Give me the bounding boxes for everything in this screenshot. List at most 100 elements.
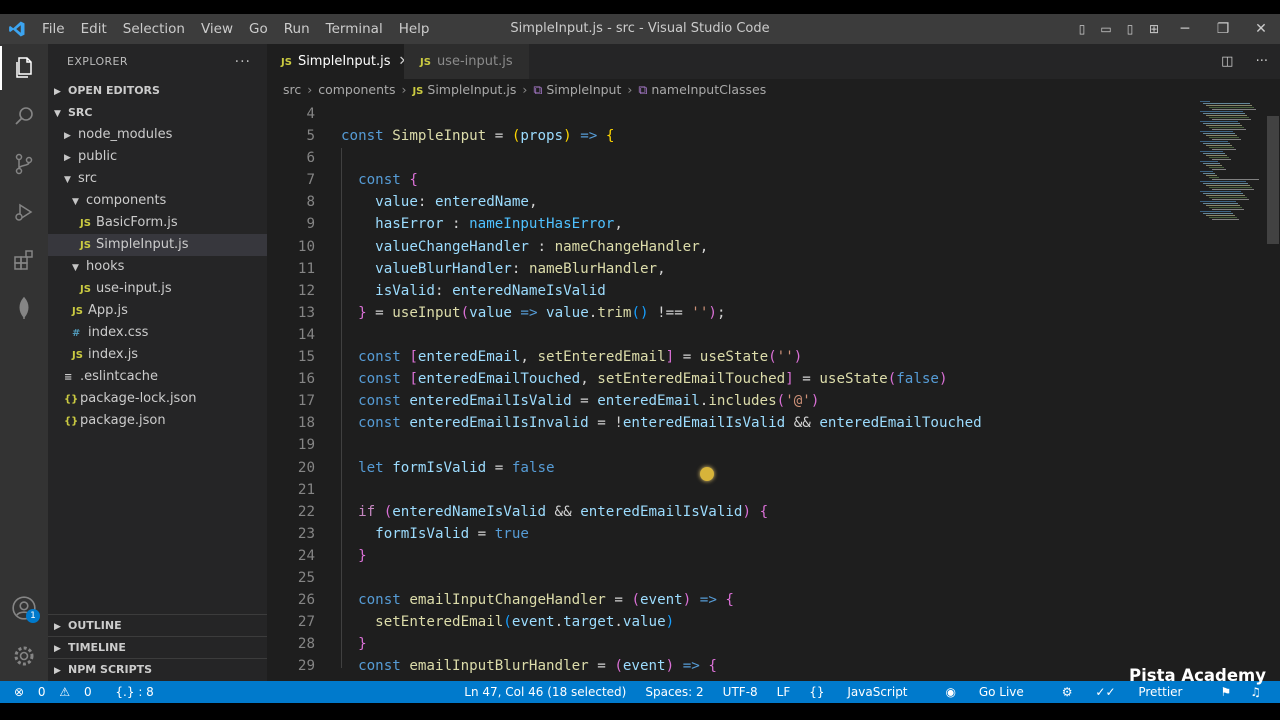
- code-line[interactable]: 19: [267, 434, 982, 456]
- src-root-section[interactable]: ▼ SRC: [48, 102, 267, 124]
- code-line[interactable]: 27 setEnteredEmail(event.target.value): [267, 611, 982, 633]
- code-line[interactable]: 17 const enteredEmailIsValid = enteredEm…: [267, 390, 982, 412]
- close-window-icon[interactable]: ✕: [1242, 21, 1280, 37]
- breadcrumb-file[interactable]: SimpleInput.js: [427, 82, 516, 97]
- tree-item-node-modules[interactable]: ▶ node_modules: [48, 124, 267, 146]
- search-icon[interactable]: [0, 94, 48, 138]
- npm-scripts-section[interactable]: ▶ NPM SCRIPTS: [48, 658, 267, 681]
- end-of-line[interactable]: LF: [777, 681, 791, 703]
- settings-gear-icon[interactable]: [0, 634, 48, 678]
- menu-go[interactable]: Go: [241, 14, 276, 44]
- tree-item-components[interactable]: ▼ components: [48, 190, 267, 212]
- explorer-icon[interactable]: [0, 46, 48, 90]
- cursor-position[interactable]: Ln 47, Col 46 (18 selected): [464, 681, 626, 703]
- chevron-right-icon: ›: [401, 82, 407, 97]
- outline-section[interactable]: ▶ OUTLINE: [48, 614, 267, 637]
- more-actions-icon[interactable]: ···: [235, 44, 251, 80]
- code-line[interactable]: 26 const emailInputChangeHandler = (even…: [267, 589, 982, 611]
- scrollbar-thumb[interactable]: [1267, 116, 1279, 244]
- tree-item-basicform-js[interactable]: JS BasicForm.js: [48, 212, 267, 234]
- toggle-secondary-sidebar-icon[interactable]: ▯: [1118, 22, 1142, 36]
- code-line[interactable]: 24 }: [267, 545, 982, 567]
- tree-item-index-js[interactable]: JS index.js: [48, 344, 267, 366]
- tab-use-input[interactable]: JS use-input.js: [404, 44, 529, 79]
- language-mode[interactable]: {} JavaScript: [809, 681, 926, 703]
- code-text: setEnteredEmail(event.target.value): [341, 611, 674, 633]
- line-number: 29: [297, 658, 315, 675]
- code-line[interactable]: 25: [267, 567, 982, 589]
- toggle-panel-icon[interactable]: ▭: [1094, 22, 1118, 36]
- indentation[interactable]: Spaces: 2: [645, 681, 703, 703]
- minimap-line: [1209, 117, 1249, 118]
- source-control-icon[interactable]: [0, 142, 48, 186]
- restore-icon[interactable]: ❐: [1204, 21, 1242, 37]
- code-line[interactable]: 23 formIsValid = true: [267, 523, 982, 545]
- breadcrumb-component[interactable]: SimpleInput: [546, 82, 621, 97]
- split-editor-icon[interactable]: ◫: [1221, 54, 1233, 69]
- minimap-line: [1206, 165, 1222, 166]
- code-token: setEnteredEmail: [537, 349, 666, 366]
- accounts-icon[interactable]: [0, 586, 48, 630]
- code-line[interactable]: 22 if (enteredNameIsValid && enteredEmai…: [267, 501, 982, 523]
- code-line[interactable]: 21: [267, 479, 982, 501]
- problems-indicator[interactable]: ⊗ 0 ⚠ 0: [14, 685, 102, 699]
- tree-item-index-css[interactable]: # index.css: [48, 322, 267, 344]
- chevron-right-icon: ▶: [54, 644, 61, 654]
- tree-item-eslintcache[interactable]: ≡ .eslintcache: [48, 366, 267, 388]
- code-line[interactable]: 8 value: enteredName,: [267, 191, 982, 213]
- minimap[interactable]: [1198, 101, 1266, 231]
- code-line[interactable]: 4: [267, 103, 982, 125]
- code-lines[interactable]: 4 5 const SimpleInput = (props) => {6 7 con…: [267, 103, 982, 677]
- toggle-sidebar-icon[interactable]: ▯: [1070, 22, 1094, 36]
- menu-help[interactable]: Help: [391, 14, 438, 44]
- menu-run[interactable]: Run: [276, 14, 318, 44]
- code-line[interactable]: 14: [267, 324, 982, 346]
- code-editor[interactable]: 4 5 const SimpleInput = (props) => {6 7 con…: [267, 101, 1280, 681]
- code-line[interactable]: 6: [267, 147, 982, 169]
- run-debug-icon[interactable]: [0, 190, 48, 234]
- tree-item-simpleinput-js[interactable]: JS SimpleInput.js: [48, 234, 267, 256]
- code-line[interactable]: 5 const SimpleInput = (props) => {: [267, 125, 982, 147]
- menu-selection[interactable]: Selection: [115, 14, 193, 44]
- open-editors-section[interactable]: ▶ OPEN EDITORS: [48, 80, 267, 102]
- code-line[interactable]: 11 valueBlurHandler: nameBlurHandler,: [267, 258, 982, 280]
- code-line[interactable]: 20 let formIsValid = false: [267, 457, 982, 479]
- minimize-icon[interactable]: ─: [1166, 21, 1204, 37]
- tree-item-package-lock-json[interactable]: {} package-lock.json: [48, 388, 267, 410]
- mongodb-leaf-icon[interactable]: [0, 286, 48, 330]
- code-line[interactable]: 10 valueChangeHandler : nameChangeHandle…: [267, 236, 982, 258]
- menu-edit[interactable]: Edit: [73, 14, 115, 44]
- menu-view[interactable]: View: [193, 14, 241, 44]
- tab-simpleinput[interactable]: JSSimpleInput.js✕: [267, 44, 409, 79]
- selector-indicator[interactable]: {.} : 8: [115, 685, 153, 699]
- tree-item-hooks[interactable]: ▼ hooks: [48, 256, 267, 278]
- tree-item-label: src: [78, 171, 97, 186]
- go-live-button[interactable]: ◉ Go Live: [946, 681, 1043, 703]
- tree-item-public[interactable]: ▶ public: [48, 146, 267, 168]
- tree-item-src[interactable]: ▼ src: [48, 168, 267, 190]
- code-line[interactable]: 28 }: [267, 633, 982, 655]
- extensions-icon[interactable]: [0, 238, 48, 282]
- code-token: ;: [716, 304, 726, 321]
- timeline-section[interactable]: ▶ TIMELINE: [48, 636, 267, 659]
- open-editors-label: OPEN EDITORS: [68, 84, 160, 97]
- breadcrumb-src[interactable]: src: [283, 82, 301, 97]
- code-line[interactable]: 9 hasError : nameInputHasError,: [267, 213, 982, 235]
- code-line[interactable]: 12 isValid: enteredNameIsValid: [267, 280, 982, 302]
- tree-item-package-json[interactable]: {} package.json: [48, 410, 267, 432]
- code-line[interactable]: 15 const [enteredEmail, setEnteredEmail]…: [267, 346, 982, 368]
- tree-item-app-js[interactable]: JS App.js: [48, 300, 267, 322]
- code-line[interactable]: 29 const emailInputBlurHandler = (event)…: [267, 655, 982, 677]
- more-editor-actions-icon[interactable]: ···: [1256, 54, 1268, 69]
- menu-terminal[interactable]: Terminal: [318, 14, 391, 44]
- customize-layout-icon[interactable]: ⊞: [1142, 22, 1166, 36]
- breadcrumb-components[interactable]: components: [318, 82, 395, 97]
- tree-item-use-input-js[interactable]: JS use-input.js: [48, 278, 267, 300]
- menu-file[interactable]: File: [34, 14, 73, 44]
- code-line[interactable]: 18 const enteredEmailIsInvalid = !entere…: [267, 412, 982, 434]
- encoding[interactable]: UTF-8: [723, 681, 758, 703]
- breadcrumb-symbol[interactable]: nameInputClasses: [651, 82, 766, 97]
- code-line[interactable]: 7 const {: [267, 169, 982, 191]
- code-line[interactable]: 13 } = useInput(value => value.trim() !=…: [267, 302, 982, 324]
- code-line[interactable]: 16 const [enteredEmailTouched, setEntere…: [267, 368, 982, 390]
